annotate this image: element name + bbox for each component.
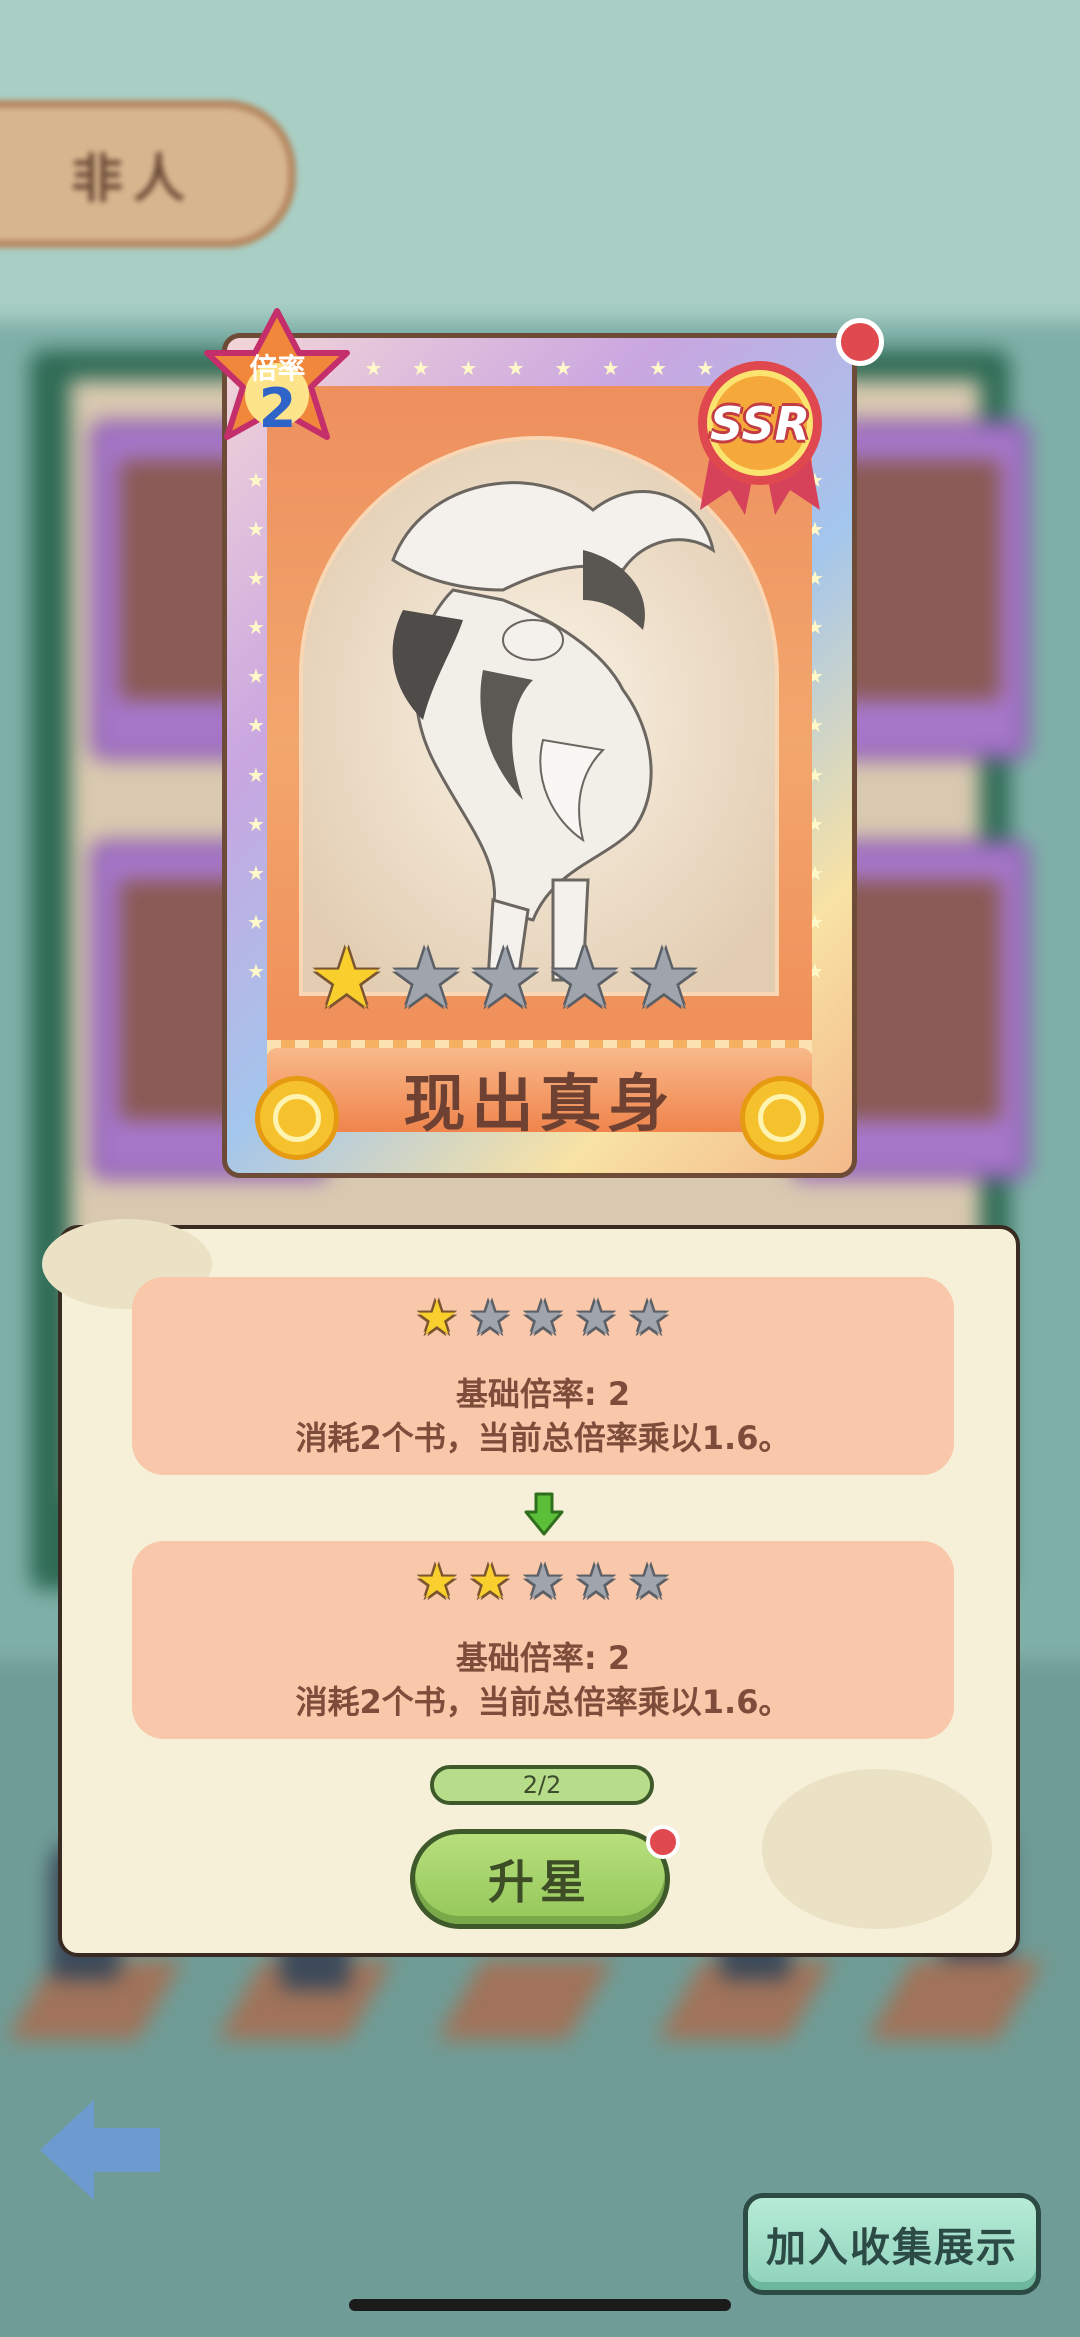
star-icon: ★: [626, 929, 702, 1027]
star-icon: ★: [521, 1290, 565, 1346]
multiplier-value: 2: [258, 377, 297, 440]
star-icon: ★: [546, 929, 623, 1027]
card-star-rating: ★ ★ ★ ★ ★: [309, 936, 702, 1020]
notification-dot: [646, 1825, 680, 1859]
star-icon: ★: [415, 1554, 459, 1610]
star-icon: ★: [627, 1290, 671, 1346]
coin-icon: [255, 1076, 339, 1160]
star-icon: ★: [415, 1290, 459, 1346]
current-base-multiplier: 基础倍率: 2: [455, 1375, 631, 1413]
home-indicator: [349, 2299, 731, 2311]
character-illustration: [299, 436, 779, 996]
star-icon: ★: [468, 1554, 512, 1610]
category-tab: 非人: [0, 100, 296, 248]
star-icon: ★: [388, 929, 464, 1027]
progress-text: 2/2: [522, 1771, 562, 1799]
next-effect-description: 消耗2个书，当前总倍率乘以1.6。: [295, 1683, 791, 1721]
next-level-stars: ★ ★ ★ ★ ★: [132, 1553, 954, 1611]
current-effect-description: 消耗2个书，当前总倍率乘以1.6。: [295, 1419, 791, 1457]
next-base-multiplier: 基础倍率: 2: [455, 1639, 631, 1677]
star-icon: ★: [309, 929, 385, 1027]
upgrade-star-button[interactable]: 升星: [410, 1829, 670, 1929]
current-level-box: ★ ★ ★ ★ ★ 基础倍率: 2 消耗2个书，当前总倍率乘以1.6。: [132, 1277, 954, 1475]
star-icon: ★: [627, 1554, 671, 1610]
star-icon: ★: [574, 1290, 618, 1346]
upgrade-panel: ★ ★ ★ ★ ★ 基础倍率: 2 消耗2个书，当前总倍率乘以1.6。 ★ ★ …: [42, 1219, 1020, 1957]
star-icon: ★: [521, 1554, 565, 1610]
notification-dot: [836, 318, 884, 366]
star-icon: ★: [467, 929, 543, 1027]
upgrade-progress-bar: 2/2: [430, 1765, 654, 1805]
rarity-badge: SSR: [670, 335, 850, 515]
arrow-down-icon: [524, 1492, 564, 1536]
coin-icon: [740, 1076, 824, 1160]
star-icon: ★: [468, 1290, 512, 1346]
cloud-decoration: [762, 1769, 992, 1929]
star-icon: ★: [574, 1554, 618, 1610]
multiplier-badge: 倍率 2: [195, 305, 360, 470]
next-level-box: ★ ★ ★ ★ ★ 基础倍率: 2 消耗2个书，当前总倍率乘以1.6。: [132, 1541, 954, 1739]
add-to-collection-button[interactable]: 加入收集展示: [743, 2193, 1041, 2295]
current-level-stars: ★ ★ ★ ★ ★: [132, 1289, 954, 1347]
rarity-label: SSR: [709, 397, 811, 451]
